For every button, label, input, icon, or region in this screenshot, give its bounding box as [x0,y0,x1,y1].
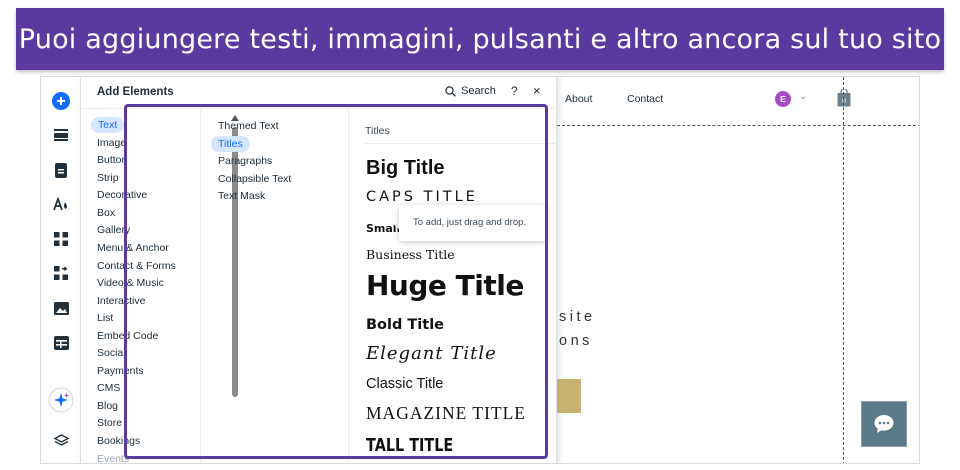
title-preset[interactable]: Elegant Title [366,343,497,364]
category-item[interactable]: Box [97,205,115,221]
add-icon[interactable] [49,89,73,113]
hero-button[interactable] [557,379,581,413]
guide-line-vertical [843,77,844,463]
chat-button[interactable] [861,401,907,447]
page-root: Puoi aggiungere testi, immagini, pulsant… [0,0,960,470]
category-item[interactable]: Button [97,152,127,168]
chevron-down-icon[interactable]: ⌄ [799,91,807,102]
theme-icon[interactable] [49,192,73,216]
category-item[interactable]: Events [97,451,129,463]
close-button[interactable]: × [533,83,541,98]
titles-preview: Titles i Big Title CAPS TITLE Small Titl… [349,109,557,463]
hero-text-line: ons [559,333,593,349]
category-item[interactable]: Embed Code [97,328,158,344]
title-preset[interactable]: Big Title [366,157,445,180]
site-canvas: About Contact E ⌄ 0 site ons [557,77,919,463]
panel-header: Add Elements Search ? × [81,77,557,109]
caption-banner: Puoi aggiungere testi, immagini, pulsant… [16,8,944,70]
nav-link-about[interactable]: About [565,93,592,105]
title-preset[interactable]: MAGAZINE TITLE [366,403,526,424]
shopping-bag-icon[interactable]: 0 [837,87,851,112]
layers-icon[interactable] [49,429,73,453]
subcategory-item[interactable]: Collapsible Text [218,171,291,187]
subcategory-item[interactable]: Titles [211,136,250,152]
category-item[interactable]: List [97,310,113,326]
hero-text-line: site [559,309,596,325]
media-icon[interactable] [49,296,73,320]
category-item[interactable]: Contact & Forms [97,258,176,274]
add-elements-panel: Add Elements Search ? × Text Image Butto… [81,77,557,463]
tooltip-arrow [392,217,399,229]
title-preset[interactable]: Business Title [366,247,455,262]
guide-line-horizontal [557,125,919,126]
category-item[interactable]: Text [91,117,125,133]
title-preset[interactable]: Classic Title [366,376,443,392]
title-preset[interactable]: CAPS TITLE [366,189,478,205]
category-item[interactable]: Social [97,345,126,361]
apps-icon[interactable] [49,227,73,251]
left-rail [41,77,81,463]
preview-heading: Titles [365,125,390,137]
help-button[interactable]: ? [511,84,518,98]
title-preset[interactable]: TALL TITLE [366,435,453,456]
title-preset[interactable]: Bold Title [366,317,444,333]
category-item[interactable]: Blog [97,398,118,414]
pages-icon[interactable] [49,158,73,182]
title-preset[interactable]: Huge Title [366,269,524,302]
category-item[interactable]: Image [97,135,126,151]
category-list: Text Image Button Strip Decorative Box G… [81,109,201,463]
panel-title: Add Elements [97,86,174,98]
caption-text: Puoi aggiungere testi, immagini, pulsant… [18,23,942,55]
chat-icon [874,415,894,433]
business-apps-icon[interactable] [49,261,73,285]
avatar[interactable]: E [775,91,791,107]
nav-link-contact[interactable]: Contact [627,93,663,105]
search-label: Search [461,85,496,97]
category-item[interactable]: Interactive [97,293,145,309]
editor-window: Add Elements Search ? × Text Image Butto… [40,76,920,464]
category-item[interactable]: Video & Music [97,275,164,291]
ai-assistant-icon[interactable] [46,385,76,415]
search-icon [445,85,456,97]
subcategory-item[interactable]: Paragraphs [218,153,272,169]
category-item[interactable]: Gallery [97,222,130,238]
sections-icon[interactable] [49,123,73,147]
category-item[interactable]: Payments [97,363,144,379]
category-item[interactable]: CMS [97,380,120,396]
category-item[interactable]: Bookings [97,433,140,449]
category-item[interactable]: Store [97,415,122,431]
search-button[interactable]: Search [445,85,496,97]
subcategory-item[interactable]: Themed Text [218,118,279,134]
category-item[interactable]: Decorative [97,187,147,203]
subcategory-item[interactable]: Text Mask [218,188,265,204]
category-item[interactable]: Menu & Anchor [97,240,169,256]
drag-tooltip: To add, just drag and drop. [399,205,547,241]
category-item[interactable]: Strip [97,170,119,186]
subcategory-list: Themed Text Titles Paragraphs Collapsibl… [201,109,349,463]
cms-icon[interactable] [49,331,73,355]
divider [365,143,557,144]
